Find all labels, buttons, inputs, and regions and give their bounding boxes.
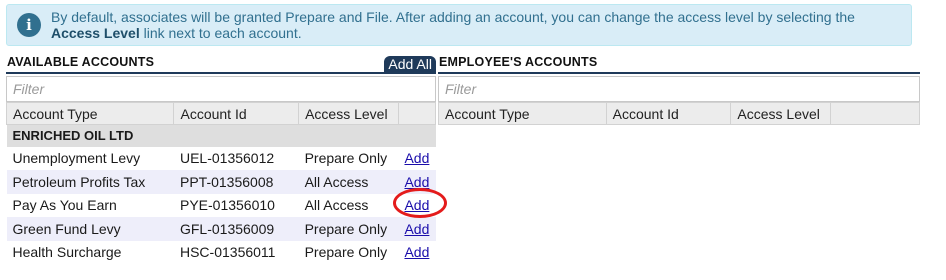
account-id-cell: PYE-01356010 (173, 193, 299, 217)
column-header-action (830, 102, 920, 125)
available-accounts-table: Account Type Account Id Access Level ENR… (5, 102, 437, 264)
info-text-part2: link next to each account. (143, 25, 302, 41)
column-header-action (397, 102, 437, 125)
info-message: By default, associates will be granted P… (51, 9, 901, 41)
employee-filter-input[interactable] (438, 76, 920, 102)
access-level-cell: Prepare Only (298, 217, 399, 241)
account-type-cell: Pay As You Earn (6, 193, 174, 217)
employee-accounts-table: Account Type Account Id Access Level (438, 102, 920, 125)
available-accounts-title: AVAILABLE ACCOUNTS (7, 55, 155, 69)
add-account-link[interactable]: Add (404, 221, 429, 237)
group-row: ENRICHED OIL LTD (6, 124, 436, 147)
add-account-link[interactable]: Add (404, 197, 429, 213)
column-header-account-id[interactable]: Account Id (605, 102, 732, 125)
table-row: Petroleum Profits Tax PPT-01356008 All A… (6, 170, 436, 194)
account-id-cell: GFL-01356009 (173, 217, 299, 241)
add-account-link[interactable]: Add (404, 174, 429, 190)
account-id-cell: UEL-01356012 (173, 146, 299, 170)
column-header-access-level[interactable]: Access Level (298, 102, 399, 125)
info-text-part1: By default, associates will be granted P… (51, 9, 855, 25)
table-row: Unemployment Levy UEL-01356012 Prepare O… (6, 146, 436, 170)
access-level-cell: Prepare Only (298, 240, 399, 264)
table-row: Green Fund Levy GFL-01356009 Prepare Onl… (6, 217, 436, 241)
column-header-account-type[interactable]: Account Type (5, 102, 175, 125)
info-access-level-term: Access Level (51, 25, 140, 41)
column-header-account-id[interactable]: Account Id (173, 102, 300, 125)
account-type-cell: Unemployment Levy (6, 146, 174, 170)
available-accounts-panel: AVAILABLE ACCOUNTS Add All Account Type … (5, 54, 437, 264)
column-header-access-level[interactable]: Access Level (730, 102, 832, 125)
info-icon: i (17, 13, 41, 37)
account-id-cell: HSC-01356011 (173, 240, 299, 264)
add-account-link[interactable]: Add (404, 150, 429, 166)
info-banner: i By default, associates will be granted… (6, 4, 912, 46)
group-label: ENRICHED OIL LTD (6, 124, 436, 147)
access-level-cell: All Access (298, 193, 399, 217)
account-type-cell: Health Surcharge (6, 240, 174, 264)
access-level-cell: Prepare Only (298, 146, 399, 170)
add-account-link[interactable]: Add (404, 244, 429, 260)
table-header-row: Account Type Account Id Access Level (5, 102, 437, 125)
table-row: Pay As You Earn PYE-01356010 All Access … (6, 193, 436, 217)
employee-accounts-panel: EMPLOYEE'S ACCOUNTS Account Type Account… (438, 54, 920, 125)
panel-divider (6, 72, 436, 74)
add-all-button[interactable]: Add All (384, 56, 436, 72)
access-level-cell: All Access (298, 170, 399, 194)
account-id-cell: PPT-01356008 (173, 170, 299, 194)
panel-divider (438, 72, 920, 74)
table-header-row: Account Type Account Id Access Level (438, 102, 920, 125)
account-type-cell: Green Fund Levy (6, 217, 174, 241)
employee-accounts-title: EMPLOYEE'S ACCOUNTS (439, 55, 598, 69)
available-filter-input[interactable] (6, 76, 436, 102)
account-type-cell: Petroleum Profits Tax (6, 170, 174, 194)
table-row: Health Surcharge HSC-01356011 Prepare On… (6, 240, 436, 264)
column-header-account-type[interactable]: Account Type (438, 102, 607, 125)
